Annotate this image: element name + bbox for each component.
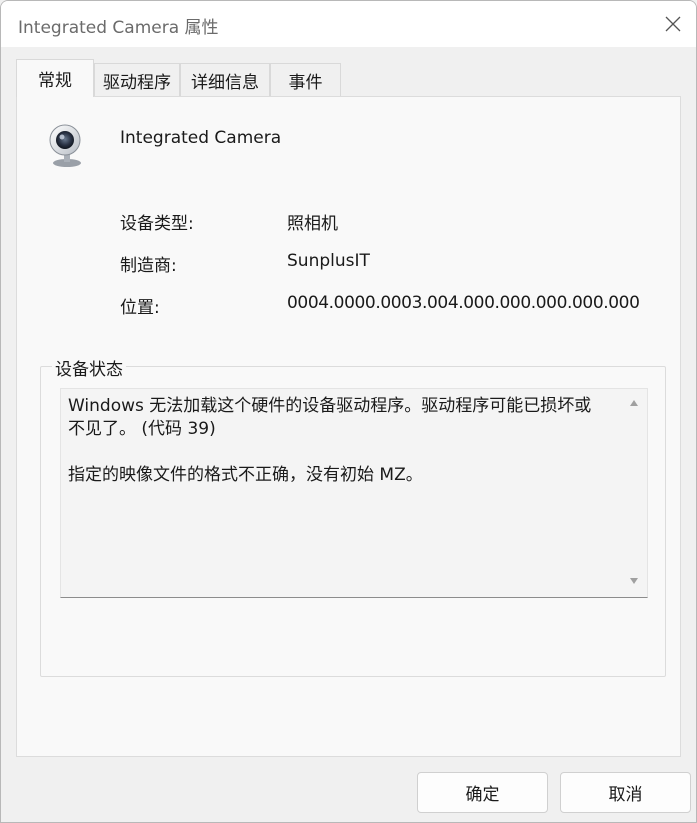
tab-general[interactable]: 常规	[16, 59, 94, 97]
device-status-label: 设备状态	[52, 355, 126, 380]
ok-button[interactable]: 确定	[417, 772, 548, 813]
general-tab-panel: Integrated Camera 设备类型: 照相机 制造商: Sunplus…	[16, 96, 681, 757]
status-message-line1: Windows 无法加载这个硬件的设备驱动程序。驱动程序可能已损坏或不见了。 (…	[68, 396, 592, 439]
device-status-textbox[interactable]: Windows 无法加载这个硬件的设备驱动程序。驱动程序可能已损坏或不见了。 (…	[60, 388, 648, 598]
triangle-up-icon	[630, 400, 638, 406]
close-icon	[665, 16, 681, 32]
title-bar[interactable]: Integrated Camera 属性	[1, 1, 696, 47]
cancel-button[interactable]: 取消	[560, 772, 691, 813]
triangle-down-icon	[630, 578, 638, 584]
status-message-line2: 指定的映像文件的格式不正确，没有初始 MZ。	[68, 465, 423, 485]
scroll-down-button[interactable]	[621, 571, 647, 591]
close-button[interactable]	[650, 1, 696, 47]
tab-driver[interactable]: 驱动程序	[94, 63, 180, 97]
device-type-label: 设备类型:	[120, 214, 194, 234]
window-title: Integrated Camera 属性	[18, 18, 219, 38]
manufacturer-value: SunplusIT	[287, 251, 370, 271]
device-name: Integrated Camera	[120, 128, 282, 148]
tab-events[interactable]: 事件	[270, 63, 341, 97]
tab-details[interactable]: 详细信息	[180, 63, 270, 97]
status-scrollbar[interactable]	[621, 389, 647, 597]
scroll-up-button[interactable]	[621, 393, 647, 413]
properties-dialog: Integrated Camera 属性 常规 驱动程序 详细信息 事件 Int…	[0, 0, 697, 823]
location-label: 位置:	[120, 298, 160, 318]
device-type-value: 照相机	[287, 214, 338, 234]
location-value: 0004.0000.0003.004.000.000.000.000.000	[287, 293, 640, 313]
device-status-text: Windows 无法加载这个硬件的设备驱动程序。驱动程序可能已损坏或不见了。 (…	[68, 395, 608, 487]
webcam-icon	[49, 124, 81, 167]
manufacturer-label: 制造商:	[120, 256, 177, 276]
